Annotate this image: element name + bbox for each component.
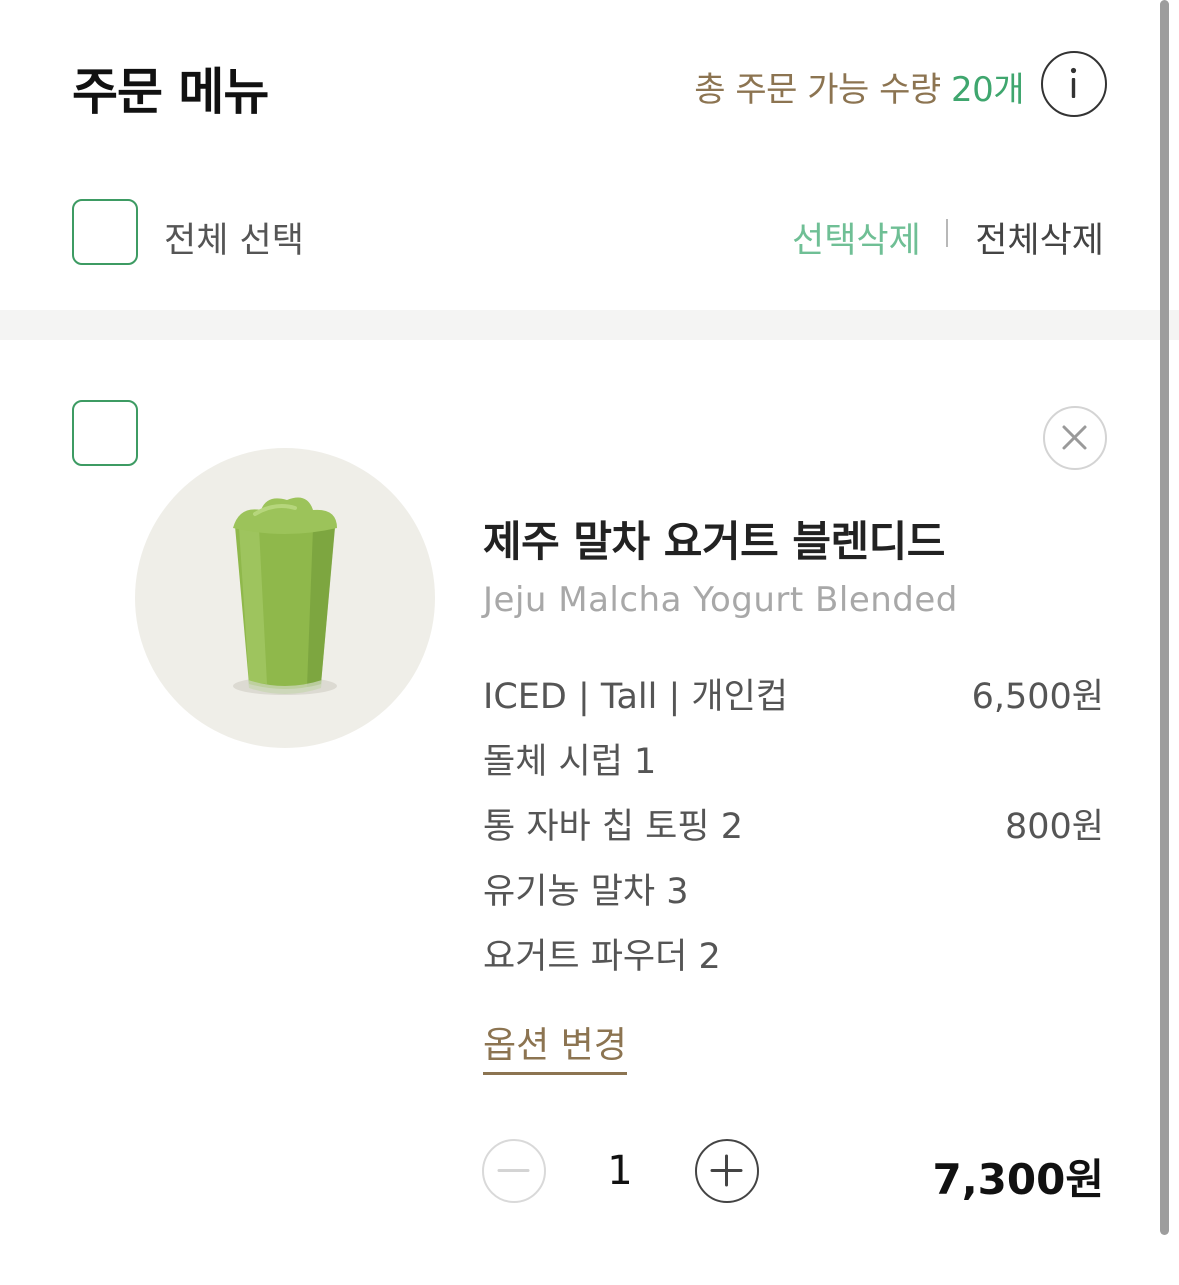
option-line: 유기농 말차 3	[483, 872, 689, 912]
select-all-label: 전체 선택	[164, 221, 304, 261]
delete-all-button[interactable]: 전체삭제	[975, 212, 1104, 263]
option-line: 요거트 파우더 2	[483, 937, 721, 977]
delete-selected-button[interactable]: 선택삭제	[792, 212, 921, 263]
info-icon	[1070, 67, 1077, 98]
minus-icon	[497, 1169, 530, 1172]
quantity-increase-button[interactable]	[695, 1139, 759, 1203]
option-price: 6,500원	[971, 677, 1104, 717]
quantity-value: 1	[607, 1148, 633, 1194]
product-image	[135, 448, 435, 748]
page-title: 주문 메뉴	[72, 63, 269, 121]
item-checkbox[interactable]	[72, 400, 138, 466]
plus-icon	[710, 1154, 743, 1187]
divider	[946, 219, 948, 247]
order-limit-count: 20개	[950, 70, 1025, 110]
order-limit-label: 총 주문 가능 수량	[694, 70, 941, 110]
order-limit-text: 총 주문 가능 수량 20개	[694, 62, 1024, 111]
option-line: 돌체 시럽 1	[483, 742, 657, 782]
remove-item-button[interactable]	[1043, 406, 1107, 470]
option-line: 통 자바 칩 토핑 2	[483, 807, 743, 847]
select-all-checkbox[interactable]	[72, 199, 138, 265]
order-menu-page: 주문 메뉴 총 주문 가능 수량 20개 전체 선택 선택삭제 전체삭제 제주 …	[0, 0, 1179, 1285]
quantity-decrease-button[interactable]	[482, 1139, 546, 1203]
change-options-link[interactable]: 옵션 변경	[483, 1016, 627, 1075]
section-divider	[0, 310, 1179, 340]
close-icon	[1062, 425, 1087, 450]
info-button[interactable]	[1041, 51, 1107, 117]
scrollbar[interactable]	[1160, 0, 1169, 1235]
item-total-price: 7,300원	[932, 1155, 1105, 1204]
option-price: 800원	[1004, 807, 1104, 847]
product-name-english: Jeju Malcha Yogurt Blended	[483, 580, 958, 620]
matcha-drink-illustration	[233, 497, 337, 695]
option-line: ICED | Tall | 개인컵	[483, 677, 788, 717]
product-name-korean: 제주 말차 요거트 블렌디드	[483, 517, 945, 566]
